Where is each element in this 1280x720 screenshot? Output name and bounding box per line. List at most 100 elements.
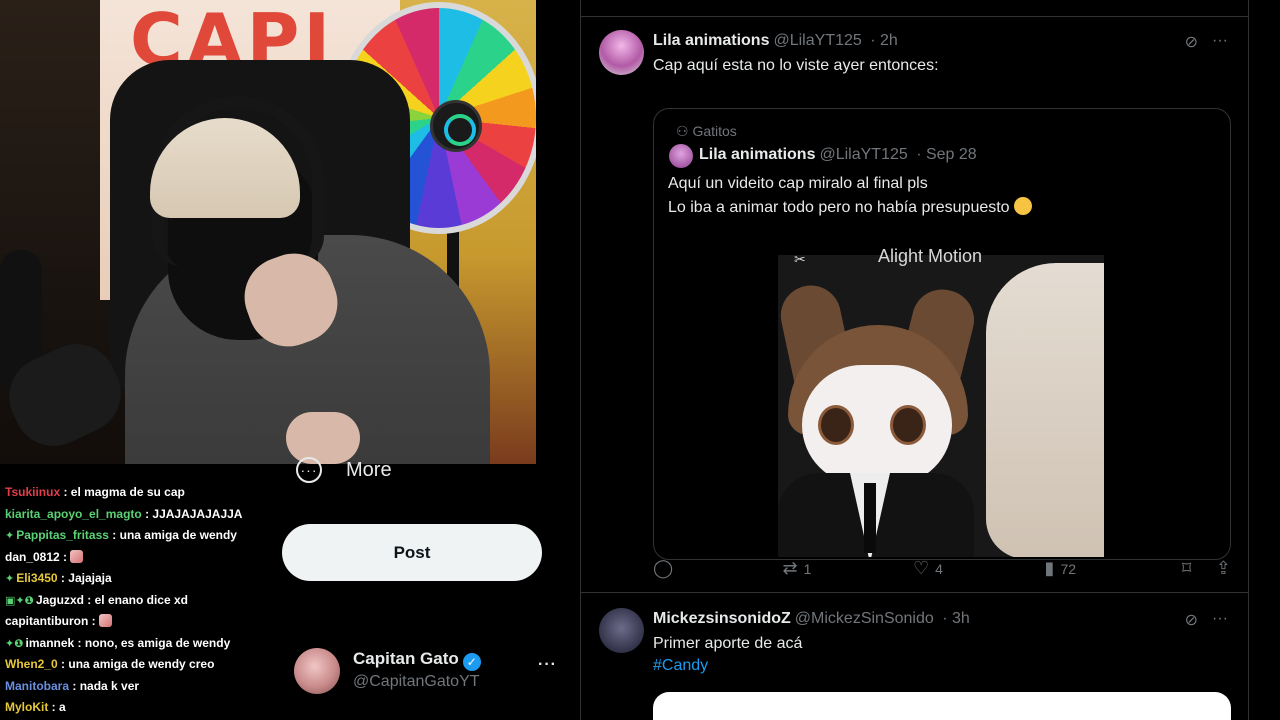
retweet-icon: ⇄ xyxy=(782,558,798,578)
chat-badge-icon: ✦ xyxy=(5,573,15,585)
cat-tie xyxy=(864,483,876,553)
views-icon: ▮ xyxy=(1044,558,1055,578)
chat-message: MyloKit : a xyxy=(0,697,280,719)
chat-username[interactable]: kiarita_apoyo_el_magto xyxy=(5,507,142,521)
chat-message: kiarita_apoyo_el_magto : JJAJAJAJAJJA xyxy=(0,504,280,526)
chat-text: nono, es amiga de wendy xyxy=(84,635,231,650)
views-button[interactable]: ▮ 72 xyxy=(1045,558,1182,579)
chat-message: dan_0812 : xyxy=(0,547,280,569)
author-handle[interactable]: @MickezSinSonido xyxy=(795,610,934,627)
chat-separator: : xyxy=(141,506,153,521)
chat-text: el enano dice xd xyxy=(94,592,188,607)
verified-badge-icon: ✓ xyxy=(462,653,481,671)
chat-username[interactable]: When2_0 xyxy=(5,657,58,671)
chat-text: JJAJAJAJAJJA xyxy=(152,506,243,521)
quote-header: Lila animations @LilaYT125 · Sep 28 xyxy=(699,146,977,163)
tweet-time[interactable]: 3h xyxy=(952,610,970,627)
media-card[interactable] xyxy=(653,692,1231,720)
cat-eye xyxy=(818,405,854,445)
community-label[interactable]: ⚇ Gatitos xyxy=(676,123,737,140)
chat-username[interactable]: dan_0812 xyxy=(5,550,60,564)
chat-username[interactable]: Manitobara xyxy=(5,679,69,693)
nav-more[interactable]: ··· More xyxy=(296,452,392,488)
character-hair xyxy=(986,263,1104,557)
tweet-time[interactable]: 2h xyxy=(880,32,898,49)
avatar[interactable] xyxy=(669,144,693,168)
quote-text-line1: Aquí un videito cap miralo al final pls xyxy=(668,175,928,192)
more-circle-icon: ··· xyxy=(296,457,322,483)
quote-time[interactable]: Sep 28 xyxy=(926,146,977,163)
share-icon: ⇪ xyxy=(1215,558,1231,578)
chat-text: el magma de su cap xyxy=(70,485,185,499)
cat-eye xyxy=(890,405,926,445)
chat-username[interactable]: MyloKit xyxy=(5,700,48,714)
post-button[interactable]: Post xyxy=(282,524,542,581)
chat-username[interactable]: Jaguzxd xyxy=(36,593,84,607)
bookmark-icon: ⌑ xyxy=(1182,558,1192,578)
quote-text-line2-content: Lo iba a animar todo pero no había presu… xyxy=(668,199,1010,216)
tweet[interactable]: Lila animations @LilaYT125 · 2h ⊘ ··· Cap… xyxy=(581,17,1248,593)
chat-username[interactable]: capitantiburon xyxy=(5,614,88,628)
account-name-text: Capitan Gato xyxy=(353,649,459,668)
tweet-text: Primer aporte de acá xyxy=(653,635,803,652)
wheel-hub-icon xyxy=(430,100,482,152)
author-name[interactable]: MickezsinsonidoZ xyxy=(653,610,791,627)
avatar[interactable] xyxy=(599,608,644,653)
chat-separator: : xyxy=(88,614,100,628)
chat-text: a xyxy=(59,700,66,714)
chat-message: When2_0 : una amiga de wendy creo xyxy=(0,654,280,676)
quote-text-line2: Lo iba a animar todo pero no había presu… xyxy=(668,197,1032,217)
quoted-tweet[interactable]: ⚇ Gatitos Lila animations @LilaYT125 · Se… xyxy=(653,108,1231,560)
avatar[interactable] xyxy=(599,30,644,75)
chat-message: Tsukiinux : el magma de su cap xyxy=(0,482,280,504)
community-name: Gatitos xyxy=(692,123,737,139)
chat-message: ✦ Pappitas_fritass : una amiga de wendy xyxy=(0,525,280,547)
timeline-feed: Lila animations @LilaYT125 · 2h ⊘ ··· Cap… xyxy=(580,0,1249,720)
account-more-icon[interactable]: ··· xyxy=(538,656,557,674)
chat-badge-icon: ✦ xyxy=(5,530,15,542)
chat-badge-icon: ✦❶ xyxy=(5,637,24,650)
account-name: Capitan Gato ✓ xyxy=(353,649,481,671)
chat-text: una amiga de wendy creo xyxy=(68,657,215,671)
tweet-top-icons: ⊘ ··· xyxy=(1185,610,1228,630)
stream-chat: Tsukiinux : el magma de su cap kiarita_ap… xyxy=(0,482,280,719)
avatar xyxy=(294,648,340,694)
hashtag-link[interactable]: #Candy xyxy=(653,657,708,675)
chat-separator: : xyxy=(69,678,80,693)
tweet-text: Cap aquí esta no lo viste ayer entonces: xyxy=(653,57,939,74)
reply-icon: ◯ xyxy=(653,558,674,578)
grok-icon[interactable]: ⊘ xyxy=(1185,32,1198,52)
grok-icon[interactable]: ⊘ xyxy=(1185,610,1198,630)
account-handle: @CapitanGatoYT xyxy=(353,673,480,690)
quote-author-name[interactable]: Lila animations xyxy=(699,146,815,163)
chat-username[interactable]: Pappitas_fritass xyxy=(16,528,109,542)
chat-separator: : xyxy=(83,592,95,607)
chat-username[interactable]: Tsukiinux xyxy=(5,485,60,499)
tweet-actions: ◯ ⇄ 1 ♡ 4 ▮ 72 ⌑ ⇪ xyxy=(653,558,1231,579)
chat-message: capitantiburon : xyxy=(0,611,280,633)
quote-author-handle[interactable]: @LilaYT125 xyxy=(819,146,907,163)
tweet-top-icons: ⊘ ··· xyxy=(1185,32,1228,52)
share-button[interactable]: ⇪ xyxy=(1216,558,1231,579)
like-count: 4 xyxy=(935,560,943,577)
bookmark-button[interactable]: ⌑ xyxy=(1182,558,1216,579)
chat-username[interactable]: Eli3450 xyxy=(16,571,57,585)
chat-username[interactable]: imannek xyxy=(26,636,75,650)
webcam-feed: CAPI xyxy=(0,0,536,464)
reply-button[interactable]: ◯ xyxy=(653,558,783,579)
pensive-emoji-icon xyxy=(1013,197,1032,215)
more-icon[interactable]: ··· xyxy=(1212,32,1228,52)
author-name[interactable]: Lila animations xyxy=(653,32,769,49)
chat-message: ✦ Eli3450 : Jajajaja xyxy=(0,568,280,590)
nav-more-label: More xyxy=(346,458,392,481)
account-switcher[interactable]: Capitan Gato ✓ @CapitanGatoYT ··· xyxy=(294,646,564,694)
chat-text: una amiga de wendy xyxy=(119,528,237,542)
chat-separator: : xyxy=(60,485,71,499)
chat-separator: : xyxy=(74,635,85,650)
video-player[interactable] xyxy=(778,255,1104,557)
more-icon[interactable]: ··· xyxy=(1212,610,1228,630)
like-button[interactable]: ♡ 4 xyxy=(913,558,1045,579)
author-handle[interactable]: @LilaYT125 xyxy=(773,32,861,49)
chat-separator: : xyxy=(108,528,120,542)
retweet-button[interactable]: ⇄ 1 xyxy=(783,558,914,579)
